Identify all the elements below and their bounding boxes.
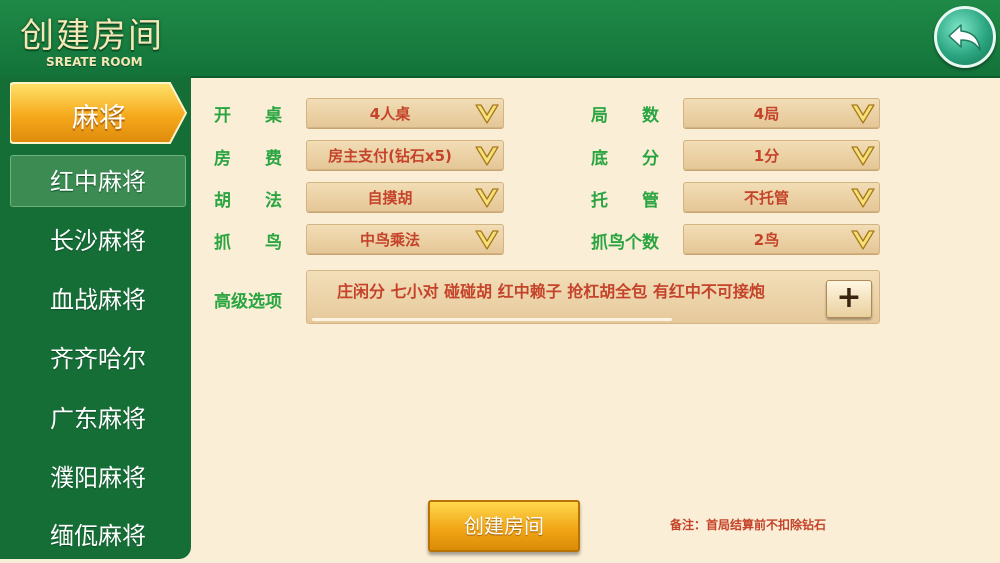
sidebar-item-hongzhong[interactable]: 红中麻将: [10, 155, 186, 207]
chevron-down-icon: [851, 146, 875, 166]
chevron-down-icon: [475, 104, 499, 124]
hu-label: 胡 法: [214, 191, 282, 211]
bird-label: 抓 鸟: [214, 233, 282, 253]
table-select[interactable]: 4人桌: [306, 98, 504, 128]
chevron-down-icon: [851, 104, 875, 124]
sidebar-item-mianwa[interactable]: 缅佤麻将: [10, 510, 186, 562]
bird-count-select[interactable]: 2鸟: [683, 224, 880, 254]
hu-value: 自摸胡: [367, 189, 413, 207]
create-room-button[interactable]: 创建房间: [428, 500, 580, 552]
sidebar-tab-label: 麻将: [72, 103, 126, 134]
advanced-scrollbar[interactable]: [312, 318, 672, 321]
auto-value: 不托管: [743, 189, 789, 207]
advanced-label: 高级选项: [214, 292, 282, 312]
plus-icon: +: [836, 280, 862, 315]
advanced-options-box[interactable]: 庄闲分 七小对 碰碰胡 红中赖子 抢杠胡全包 有红中不可接炮: [306, 270, 880, 324]
header-bar: 创建房间 SREATE ROOM: [0, 0, 1000, 78]
rounds-select[interactable]: 4局: [683, 98, 880, 128]
base-value: 1分: [753, 147, 780, 165]
auto-select[interactable]: 不托管: [683, 182, 880, 212]
create-room-label: 创建房间: [464, 514, 544, 538]
fee-label: 房 费: [214, 149, 282, 169]
back-button[interactable]: [934, 6, 996, 68]
back-arrow-icon: [948, 24, 981, 51]
fee-value: 房主支付(钻石x5): [328, 147, 452, 165]
sidebar-item-puyang[interactable]: 濮阳麻将: [10, 452, 186, 504]
advanced-options-text: 庄闲分 七小对 碰碰胡 红中赖子 抢杠胡全包 有红中不可接炮: [337, 282, 765, 301]
sidebar-item-xuezhan[interactable]: 血战麻将: [10, 274, 186, 326]
page-title: 创建房间: [20, 16, 164, 56]
rounds-label: 局 数: [591, 106, 659, 126]
table-value: 4人桌: [369, 105, 411, 123]
sidebar-item-guangdong[interactable]: 广东麻将: [10, 393, 186, 445]
bird-value: 中鸟乘法: [359, 231, 420, 249]
bird-select[interactable]: 中鸟乘法: [306, 224, 504, 254]
bird-count-label: 抓鸟个数: [591, 233, 659, 253]
fee-select[interactable]: 房主支付(钻石x5): [306, 140, 504, 170]
chevron-down-icon: [475, 146, 499, 166]
chevron-down-icon: [475, 230, 499, 250]
chevron-down-icon: [475, 188, 499, 208]
base-select[interactable]: 1分: [683, 140, 880, 170]
sidebar-item-changsha[interactable]: 长沙麻将: [10, 215, 186, 267]
add-option-button[interactable]: +: [826, 280, 872, 318]
base-label: 底 分: [591, 149, 659, 169]
chevron-down-icon: [851, 188, 875, 208]
page-subtitle: SREATE ROOM: [46, 55, 143, 69]
bird-count-value: 2鸟: [753, 231, 780, 249]
rounds-value: 4局: [753, 105, 780, 123]
hu-select[interactable]: 自摸胡: [306, 182, 504, 212]
table-label: 开 桌: [214, 106, 282, 126]
sidebar-tab-mahjong[interactable]: 麻将: [10, 79, 188, 147]
sidebar-item-qiqihaer[interactable]: 齐齐哈尔: [10, 333, 186, 385]
footer-note: 备注：首局结算前不扣除钻石: [670, 518, 827, 532]
chevron-down-icon: [851, 230, 875, 250]
auto-label: 托 管: [591, 191, 659, 211]
